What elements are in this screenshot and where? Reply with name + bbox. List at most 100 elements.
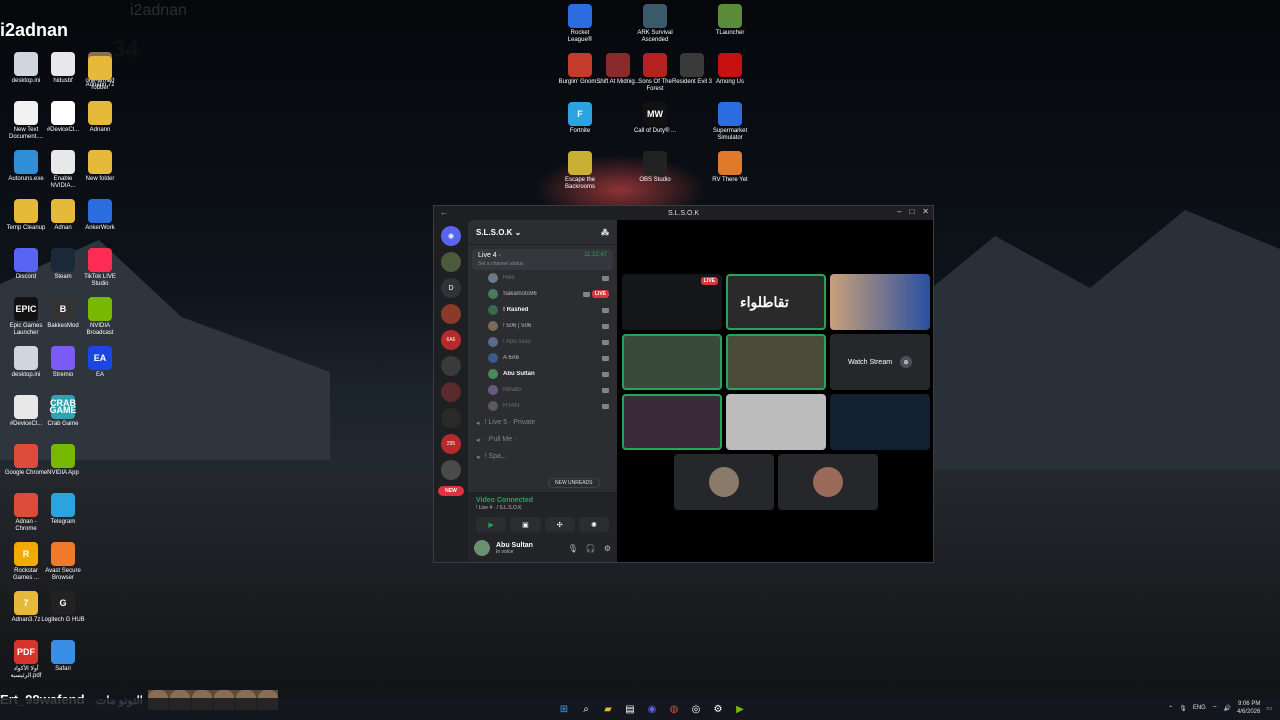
channel-status[interactable]: Set a channel status <box>478 261 607 267</box>
voice-member[interactable]: Hws <box>468 270 617 286</box>
server-header[interactable]: S.L.S.O.K ⌄ ⁂ <box>468 220 617 245</box>
user-avatar[interactable] <box>474 540 490 556</box>
user-status: In voice <box>496 548 514 555</box>
desktop-icon[interactable]: EA EA <box>78 346 122 379</box>
rtc-channel[interactable]: ! Live 4 · / S.L.S.O.K <box>476 505 609 511</box>
tray-chevron-icon[interactable]: ⌃ <box>1168 705 1173 712</box>
voice-channel[interactable]: ◂ · Pull Me · <box>468 431 617 448</box>
network-icon[interactable]: ⌔ <box>1212 704 1218 712</box>
language-indicator[interactable]: ENG <box>1193 705 1206 711</box>
app-icon <box>718 4 742 28</box>
video-tile-stream-2[interactable]: تقاطلواء <box>726 274 826 330</box>
desktop-icon[interactable]: Supermarket Simulator <box>708 102 752 142</box>
desktop-icon[interactable]: Adnann.7z <box>78 56 122 89</box>
voice-member[interactable]: Sakamoto96 LIVE <box>468 286 617 302</box>
voice-channel[interactable]: ◂ ! Spa... <box>468 448 617 465</box>
video-tile-avatar-4[interactable] <box>778 454 878 510</box>
desktop-icon[interactable]: Rocket League® <box>558 4 602 44</box>
voice-member[interactable]: A 6A6 <box>468 350 617 366</box>
server-icon-2[interactable] <box>441 304 461 324</box>
video-tile-cam-1[interactable] <box>622 334 722 390</box>
settings-taskbar-icon[interactable]: ⚙ <box>709 700 727 718</box>
desktop-icon[interactable]: NVIDIA App <box>41 444 85 477</box>
screen-share-button[interactable]: ▣ <box>510 517 541 532</box>
nvidia-icon[interactable]: ▶ <box>731 700 749 718</box>
store-icon[interactable]: ▤ <box>621 700 639 718</box>
voice-member[interactable]: Minato <box>468 382 617 398</box>
video-tile-stream-1[interactable]: LIVE <box>622 274 722 330</box>
activities-button[interactable]: ✣ <box>544 517 575 532</box>
search-icon[interactable]: ⌕ <box>577 700 595 718</box>
voice-member[interactable]: RYAN <box>468 398 617 414</box>
tray-mic-icon[interactable]: 🎙 <box>1179 705 1187 712</box>
desktop-icon-label: RV There Yet <box>712 177 748 183</box>
video-tile-avatar-1[interactable] <box>726 394 826 450</box>
member-name: Sakamoto96 <box>503 291 537 297</box>
desktop-icon[interactable]: Adnann <box>78 101 122 134</box>
clock-date: 4/6/2026 <box>1236 709 1261 715</box>
server-icon-d[interactable]: D <box>441 278 461 298</box>
desktop-icon[interactable]: Among Us <box>708 53 752 86</box>
watch-stream-label[interactable]: Watch Stream <box>848 359 892 366</box>
desktop-icon[interactable]: New folder <box>78 150 122 183</box>
server-icon-6[interactable] <box>441 460 461 480</box>
video-tile-avatar-2[interactable] <box>830 394 930 450</box>
server-icon-5[interactable] <box>441 408 461 428</box>
video-tile-cam-2[interactable] <box>726 334 826 390</box>
settings-icon[interactable]: ⚙ <box>604 544 611 553</box>
mic-icon[interactable]: 🎙 <box>568 544 578 553</box>
discord-taskbar-icon[interactable]: ◉ <box>643 700 661 718</box>
back-arrow-icon[interactable]: ← <box>440 208 448 217</box>
video-tile-stream-3[interactable] <box>830 274 930 330</box>
voice-member[interactable]: ! Abu ssso <box>468 334 617 350</box>
desktop-icon[interactable]: NVIDIA Broadcast <box>78 297 122 337</box>
voice-member[interactable]: ! Rashed <box>468 302 617 318</box>
desktop-icon[interactable]: TikTok LIVE Studio <box>78 248 122 288</box>
desktop-icon[interactable]: CRAB GAME Crab Game <box>41 395 85 428</box>
voice-channel[interactable]: ◂ ! Live 5 · Private <box>468 414 617 431</box>
voice-member[interactable]: ! 506 | 506 <box>468 318 617 334</box>
server-icon-1[interactable] <box>441 252 461 272</box>
voice-channel-live-4[interactable]: Live 4 · 11:12:47 Set a channel status <box>472 249 613 270</box>
desktop-icon[interactable]: Avast Secure Browser <box>41 542 85 582</box>
desktop-icon[interactable]: Escape the Backrooms <box>558 151 602 191</box>
server-icon-3[interactable] <box>441 356 461 376</box>
new-badge[interactable]: NEW <box>438 486 464 496</box>
headphones-icon[interactable]: 🎧 <box>586 544 596 553</box>
soundboard-button[interactable]: ✺ <box>578 517 609 532</box>
video-tile-cam-3[interactable] <box>622 394 722 450</box>
voice-member[interactable]: Abu Sultan <box>468 366 617 382</box>
desktop-icon[interactable]: OBS Studio <box>633 151 677 184</box>
camera-button[interactable]: ▶ <box>476 517 507 532</box>
popout-icon[interactable]: ⊕ <box>900 356 913 368</box>
notifications-icon[interactable]: ▭ <box>1266 705 1272 712</box>
desktop-icon[interactable]: Telegram <box>41 493 85 526</box>
desktop-icon[interactable]: G Logitech G HUB <box>41 591 85 624</box>
video-tile-avatar-3[interactable] <box>674 454 774 510</box>
desktop-icon[interactable]: ARK Survival Ascended <box>633 4 677 44</box>
speaker-icon: ◂ <box>476 436 480 444</box>
desktop-icon[interactable]: RV There Yet <box>708 151 752 184</box>
clock[interactable]: 9:06 PM 4/6/2026 <box>1237 700 1260 716</box>
server-icon-4[interactable] <box>441 382 461 402</box>
desktop-icon[interactable]: TLauncher <box>708 4 752 37</box>
file-explorer-icon[interactable]: ▰ <box>599 700 617 718</box>
volume-icon[interactable]: 🔊 <box>1223 705 1230 712</box>
discord-home-icon[interactable]: ◉ <box>441 226 461 246</box>
invite-icon[interactable]: ⁂ <box>601 228 609 237</box>
chrome-icon[interactable]: ◍ <box>665 700 683 718</box>
close-icon[interactable]: ✕ <box>922 207 929 216</box>
watch-stream-tile[interactable]: Watch Stream ⊕ <box>830 334 930 390</box>
steam-icon[interactable]: ◎ <box>687 700 705 718</box>
maximize-icon[interactable]: □ <box>909 207 914 216</box>
desktop-icon[interactable]: Safari <box>41 640 85 673</box>
server-icon-6a6[interactable]: 6A6 <box>441 330 461 350</box>
new-unreads-button[interactable]: NEW UNREADS <box>548 478 600 488</box>
start-icon[interactable]: ⊞ <box>555 700 573 718</box>
server-icon-295[interactable]: 295 <box>441 434 461 454</box>
desktop-icon[interactable]: MW Call of Duty® ... <box>633 102 677 135</box>
desktop-icon[interactable]: F Fortnite <box>558 102 602 135</box>
desktop-icon[interactable]: AnkerWork <box>78 199 122 232</box>
member-avatar <box>488 273 498 283</box>
minimize-icon[interactable]: – <box>897 207 901 216</box>
